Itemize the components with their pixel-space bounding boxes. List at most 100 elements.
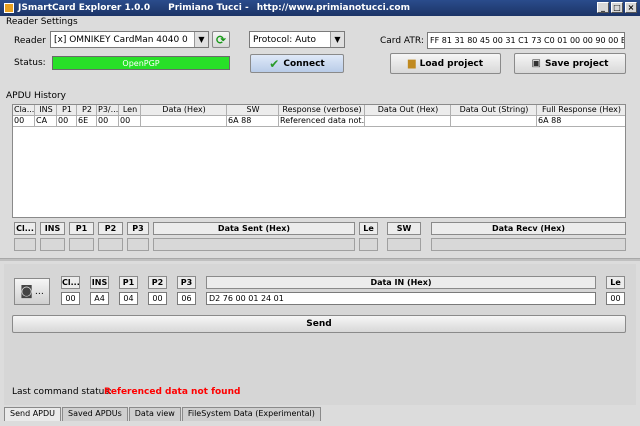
table-cell: 00 — [119, 116, 141, 127]
send-p1-input[interactable]: 04 — [119, 292, 138, 305]
send-p1-header: P1 — [119, 276, 138, 289]
chevron-down-icon: ▼ — [194, 32, 208, 47]
detail-p1-field — [69, 238, 94, 251]
bottom-tabs: Send APDU Saved APDUs Data view FileSyst… — [4, 407, 322, 421]
app-author: Primiano Tucci - — [168, 3, 249, 13]
last-status-label: Last command status: — [12, 387, 113, 397]
tab-send-apdu[interactable]: Send APDU — [4, 407, 62, 421]
send-p2-header: P2 — [148, 276, 167, 289]
apdu-history-title: APDU History — [6, 91, 66, 101]
send-p3-input[interactable]: 06 — [177, 292, 196, 305]
table-cell: 00 — [13, 116, 35, 127]
app-icon — [4, 3, 14, 13]
detail-data-sent-field — [153, 238, 355, 251]
refresh-readers-button[interactable]: ⟳ — [212, 31, 230, 48]
column-header[interactable]: Len — [119, 105, 141, 116]
detail-p3-field — [127, 238, 149, 251]
tab-saved-apdus[interactable]: Saved APDUs — [62, 407, 128, 421]
detail-data-recv-header: Data Recv (Hex) — [431, 222, 626, 235]
detail-le-header: Le — [359, 222, 378, 235]
detail-ins-header: INS — [40, 222, 65, 235]
app-url: http://www.primianotucci.com — [256, 3, 410, 13]
table-cell: 00 — [97, 116, 119, 127]
detail-sw-header: SW — [387, 222, 421, 235]
table-cell: 6A 88 — [537, 116, 625, 127]
connect-button[interactable]: ✔ Connect — [250, 54, 344, 73]
column-header[interactable]: Data Out (Hex) — [365, 105, 451, 116]
reader-select[interactable]: [x] OMNIKEY CardMan 4040 0 ▼ — [50, 31, 209, 48]
apdu-history-table[interactable]: Cla... INS P1 P2 P3/... Len Data (Hex) S… — [12, 104, 626, 218]
detail-cla-field — [14, 238, 36, 251]
send-data-in-header: Data IN (Hex) — [206, 276, 596, 289]
send-data-in-input[interactable]: D2 76 00 01 24 01 — [206, 292, 596, 305]
refresh-icon: ⟳ — [215, 32, 227, 47]
checkmark-icon: ✔ — [269, 56, 280, 71]
send-ins-input[interactable]: A4 — [90, 292, 109, 305]
minimize-button[interactable]: _ — [597, 2, 609, 13]
app-title: JSmartCard Explorer 1.0.0 — [18, 3, 151, 13]
table-cell — [451, 116, 537, 127]
detail-cla-header: Cl... — [14, 222, 36, 235]
card-atr-label: Card ATR: — [380, 36, 424, 46]
floppy-disk-icon: ▣ — [531, 58, 541, 69]
column-header[interactable]: P3/... — [97, 105, 119, 116]
status-indicator: OpenPGP — [52, 56, 230, 70]
table-header-row: Cla... INS P1 P2 P3/... Len Data (Hex) S… — [13, 105, 625, 116]
detail-ins-field — [40, 238, 65, 251]
protocol-select-value: Protocol: Auto — [253, 34, 317, 45]
load-project-button[interactable]: ▆ Load project — [390, 53, 501, 74]
smartcard-reader-icon: ◙ — [20, 284, 33, 299]
split-pane-divider[interactable] — [0, 258, 640, 261]
table-cell — [141, 116, 227, 127]
card-atr-field[interactable]: FF 81 31 80 45 00 31 C1 73 C0 01 00 00 9… — [427, 32, 625, 49]
window-titlebar: JSmartCard Explorer 1.0.0 Primiano Tucci… — [0, 0, 640, 16]
detail-p2-field — [98, 238, 123, 251]
send-cla-header: Cl... — [61, 276, 80, 289]
column-header[interactable]: SW — [227, 105, 279, 116]
send-p3-header: P3 — [177, 276, 196, 289]
table-row[interactable]: 00 CA 00 6E 00 00 6A 88 Referenced data … — [13, 116, 625, 127]
detail-data-recv-field — [431, 238, 626, 251]
maximize-button[interactable]: □ — [611, 2, 623, 13]
column-header[interactable]: P1 — [57, 105, 77, 116]
reader-label: Reader — [14, 36, 46, 46]
ellipsis-icon: … — [34, 286, 44, 297]
detail-p3-header: P3 — [127, 222, 149, 235]
protocol-select[interactable]: Protocol: Auto ▼ — [249, 31, 345, 48]
table-cell: 6A 88 — [227, 116, 279, 127]
send-button[interactable]: Send — [12, 315, 626, 333]
send-ins-header: INS — [90, 276, 109, 289]
table-cell: CA — [35, 116, 57, 127]
column-header[interactable]: INS — [35, 105, 57, 116]
detail-p1-header: P1 — [69, 222, 94, 235]
detail-le-field — [359, 238, 378, 251]
load-project-label: Load project — [419, 58, 484, 69]
table-cell: 6E — [77, 116, 97, 127]
save-project-label: Save project — [544, 58, 609, 69]
send-le-header: Le — [606, 276, 625, 289]
send-le-input[interactable]: 00 — [606, 292, 625, 305]
detail-data-sent-header: Data Sent (Hex) — [153, 222, 355, 235]
tab-filesystem-data[interactable]: FileSystem Data (Experimental) — [181, 407, 321, 421]
column-header[interactable]: Data Out (String) — [451, 105, 537, 116]
detail-p2-header: P2 — [98, 222, 123, 235]
send-p2-input[interactable]: 00 — [148, 292, 167, 305]
close-button[interactable]: × — [625, 2, 637, 13]
column-header[interactable]: Cla... — [13, 105, 35, 116]
column-header[interactable]: Response (verbose) — [279, 105, 365, 116]
folder-icon: ▆ — [407, 58, 416, 69]
column-header[interactable]: P2 — [77, 105, 97, 116]
table-cell — [365, 116, 451, 127]
status-label: Status: — [14, 58, 46, 68]
save-project-button[interactable]: ▣ Save project — [514, 53, 626, 74]
reader-select-value: [x] OMNIKEY CardMan 4040 0 — [54, 34, 188, 45]
send-label: Send — [306, 319, 332, 329]
send-cla-input[interactable]: 00 — [61, 292, 80, 305]
tab-data-view[interactable]: Data view — [128, 407, 181, 421]
reader-settings-title: Reader Settings — [6, 17, 78, 27]
send-card-button[interactable]: ◙ … — [14, 278, 50, 305]
column-header[interactable]: Full Response (Hex) — [537, 105, 625, 116]
connect-label: Connect — [283, 58, 325, 69]
column-header[interactable]: Data (Hex) — [141, 105, 227, 116]
last-status-value: Referenced data not found — [104, 387, 241, 397]
